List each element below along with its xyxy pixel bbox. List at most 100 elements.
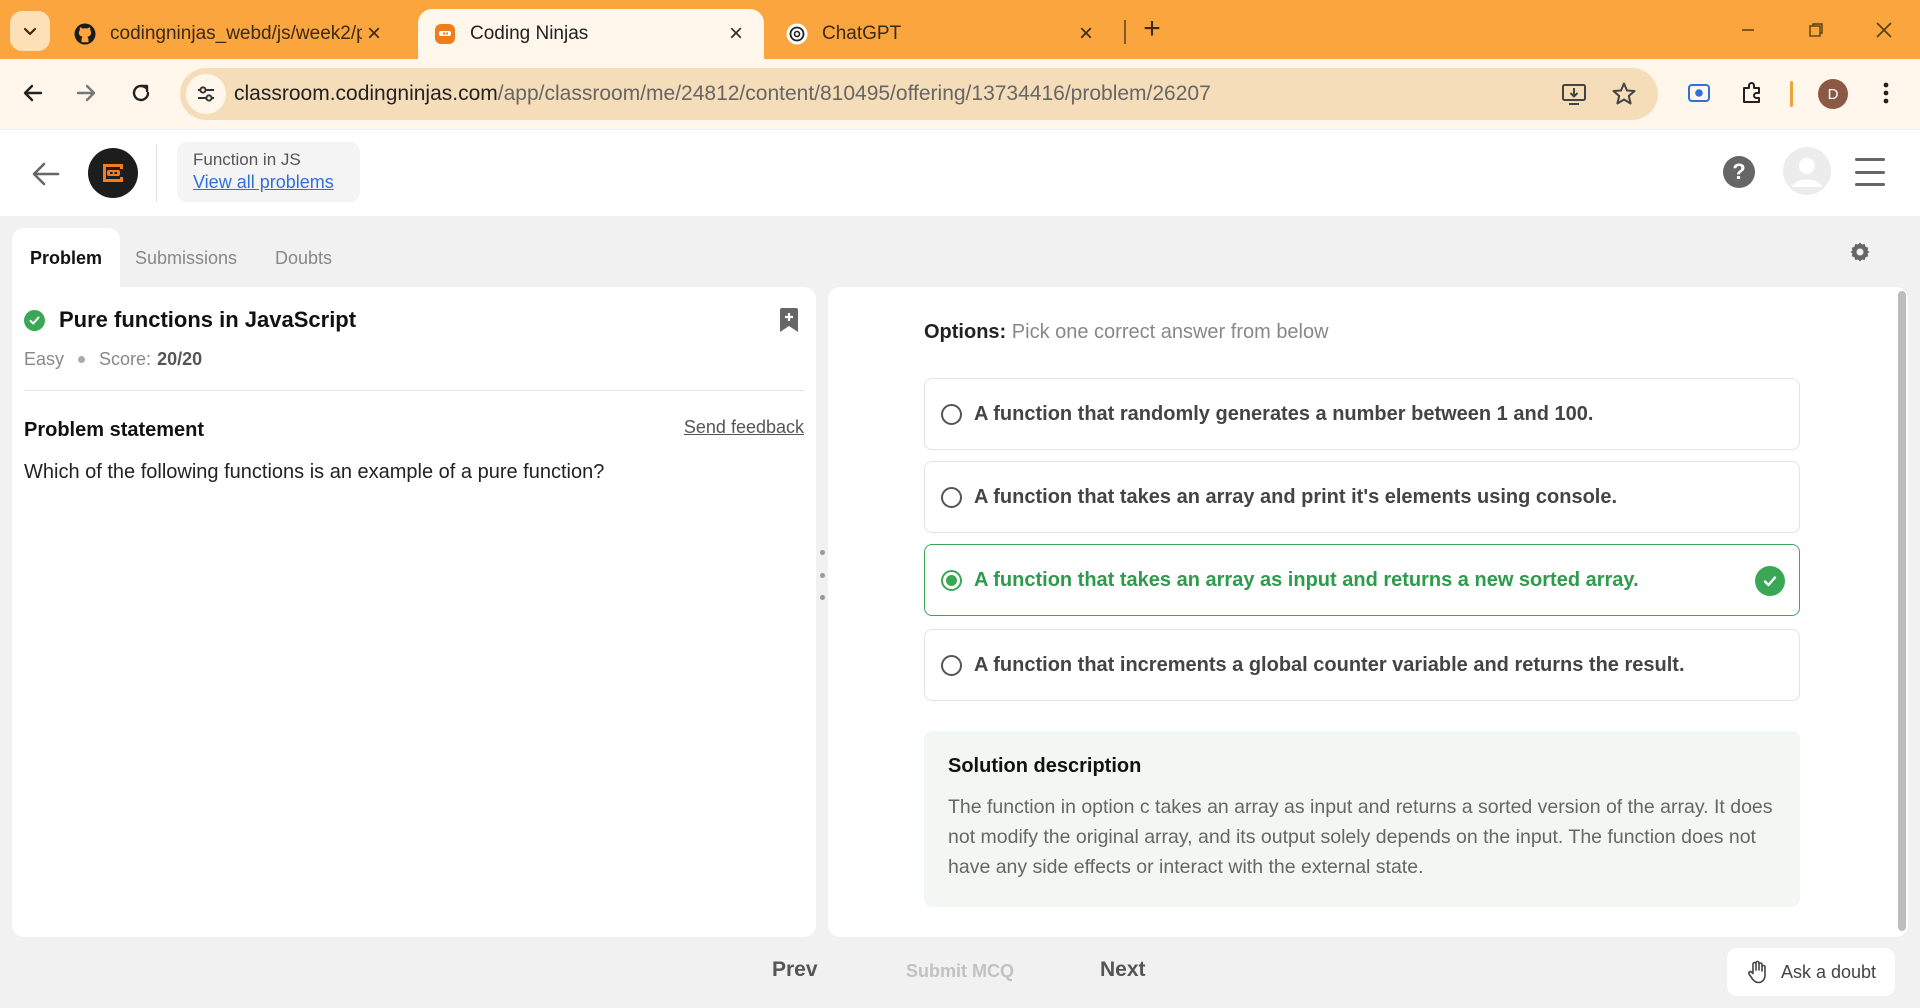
install-app-icon[interactable]: [1560, 80, 1588, 108]
panel-resize-handle[interactable]: [818, 550, 826, 600]
close-tab-icon[interactable]: ×: [362, 22, 386, 46]
settings-gear-icon[interactable]: [1846, 238, 1874, 266]
url-text[interactable]: classroom.codingninjas.com/app/classroom…: [234, 82, 1211, 106]
ask-label: Ask a doubt: [1781, 961, 1877, 982]
tab-title: ChatGPT: [822, 23, 902, 44]
browser-tab-strip: codingninjas_webd/js/week2/p × Coding Ni…: [0, 0, 1920, 59]
score-label: Score:: [99, 349, 152, 369]
option-text: A function that takes an array as input …: [974, 568, 1639, 591]
option-d[interactable]: A function that increments a global coun…: [924, 629, 1800, 701]
solved-check-icon: [24, 309, 45, 331]
tab-submissions[interactable]: Submissions: [117, 228, 255, 288]
close-tab-icon[interactable]: ×: [1074, 22, 1098, 46]
solution-body: The function in option c takes an array …: [948, 796, 1773, 878]
forward-button[interactable]: [68, 75, 104, 111]
browser-tab-chatgpt[interactable]: ChatGPT ×: [770, 9, 1114, 59]
arrow-left-icon: [32, 162, 60, 186]
score-value: 20/20: [157, 349, 203, 369]
difficulty-label: Easy: [24, 349, 65, 369]
minimize-icon: [1742, 29, 1754, 31]
site-info-button[interactable]: [186, 74, 226, 114]
meta-dot: [78, 356, 86, 363]
reload-button[interactable]: [123, 75, 159, 111]
restore-icon: [1809, 23, 1823, 37]
help-button[interactable]: ?: [1723, 156, 1755, 188]
back-button[interactable]: [15, 75, 51, 111]
tab-title: codingninjas_webd/js/week2/p: [110, 23, 362, 44]
breadcrumb: Function in JS View all problems: [177, 142, 360, 202]
arrow-left-icon: [23, 84, 43, 102]
view-all-problems-link[interactable]: View all problems: [193, 172, 344, 193]
solution-description: Solution description The function in opt…: [924, 731, 1800, 907]
browser-tab-coding-ninjas[interactable]: Coding Ninjas ×: [418, 9, 764, 59]
options-heading: Options: Pick one correct answer from be…: [924, 321, 1329, 344]
bookmark-star-icon[interactable]: [1610, 80, 1638, 108]
problem-meta: Easy Score: 20/20: [24, 349, 202, 370]
option-text: A function that takes an array and print…: [974, 485, 1618, 508]
tab-separator: [1124, 20, 1126, 44]
reload-icon: [132, 84, 150, 102]
coding-ninjas-favicon-icon: [434, 23, 456, 45]
header-divider: [156, 144, 157, 202]
handle-dot: [819, 550, 825, 555]
radio-button[interactable]: [941, 654, 962, 676]
address-bar[interactable]: classroom.codingninjas.com/app/classroom…: [180, 68, 1658, 120]
options-panel: Options: Pick one correct answer from be…: [828, 287, 1908, 937]
extensions-icon[interactable]: [1736, 77, 1768, 109]
user-avatar[interactable]: [1783, 147, 1831, 195]
next-button[interactable]: Next: [1100, 958, 1146, 982]
close-tab-icon[interactable]: ×: [724, 22, 748, 46]
minimize-button[interactable]: [1730, 14, 1766, 46]
option-a[interactable]: A function that randomly generates a num…: [924, 378, 1800, 450]
problem-statement-heading: Problem statement: [24, 419, 205, 441]
github-icon: [74, 23, 96, 45]
options-scrollbar[interactable]: [1896, 287, 1908, 937]
chevron-down-icon: [23, 27, 37, 36]
handle-dot: [819, 572, 825, 578]
tab-problem[interactable]: Problem: [12, 228, 121, 288]
tab-doubts[interactable]: Doubts: [257, 228, 350, 288]
browser-toolbar: classroom.codingninjas.com/app/classroom…: [0, 59, 1920, 129]
bookmark-add-icon[interactable]: [777, 307, 801, 333]
option-text: A function that increments a global coun…: [974, 653, 1685, 676]
breadcrumb-title: Function in JS: [193, 150, 301, 169]
section-divider: [24, 390, 804, 391]
prev-button[interactable]: Prev: [772, 958, 818, 982]
correct-check-icon: [1755, 566, 1785, 596]
ask-a-doubt-button[interactable]: Ask a doubt: [1727, 948, 1895, 996]
restore-button[interactable]: [1798, 14, 1834, 46]
handle-dot: [819, 595, 825, 600]
option-c[interactable]: A function that takes an array as input …: [924, 544, 1800, 616]
submit-mcq-button[interactable]: Submit MCQ: [906, 961, 1014, 982]
menu-line: [1855, 170, 1885, 174]
menu-line: [1855, 183, 1885, 186]
tab-search-button[interactable]: [10, 11, 50, 51]
radio-button[interactable]: [941, 486, 962, 508]
problem-title-row: Pure functions in JavaScript: [24, 307, 356, 333]
profile-avatar[interactable]: D: [1818, 79, 1848, 109]
kebab-menu-icon[interactable]: [1870, 77, 1902, 109]
option-b[interactable]: A function that takes an array and print…: [924, 461, 1800, 533]
problem-statement-text: Which of the following functions is an e…: [24, 461, 605, 483]
ninja-logo-icon: [103, 164, 123, 182]
hand-icon: [1745, 960, 1769, 984]
menu-line: [1855, 158, 1885, 161]
page-header: Function in JS View all problems ?: [0, 130, 1920, 216]
new-tab-button[interactable]: +: [1136, 14, 1168, 46]
scrollbar-thumb[interactable]: [1898, 291, 1906, 931]
close-window-button[interactable]: [1866, 14, 1902, 46]
back-to-problems-button[interactable]: [28, 156, 64, 192]
chatgpt-icon: [786, 23, 808, 45]
close-icon: [1876, 22, 1892, 38]
radio-button[interactable]: [941, 403, 962, 425]
arrow-right-icon: [76, 84, 96, 102]
coding-ninjas-logo[interactable]: [88, 148, 138, 198]
radio-button-selected[interactable]: [941, 569, 962, 591]
hamburger-menu-icon[interactable]: [1855, 158, 1885, 186]
solution-heading: Solution description: [948, 755, 1142, 777]
send-feedback-link[interactable]: Send feedback: [684, 417, 804, 438]
screen-record-icon[interactable]: [1683, 77, 1715, 109]
toolbar-separator: [1790, 81, 1793, 107]
url-host: classroom.codingninjas.com: [234, 82, 498, 105]
browser-tab-github[interactable]: codingninjas_webd/js/week2/p ×: [58, 9, 402, 59]
